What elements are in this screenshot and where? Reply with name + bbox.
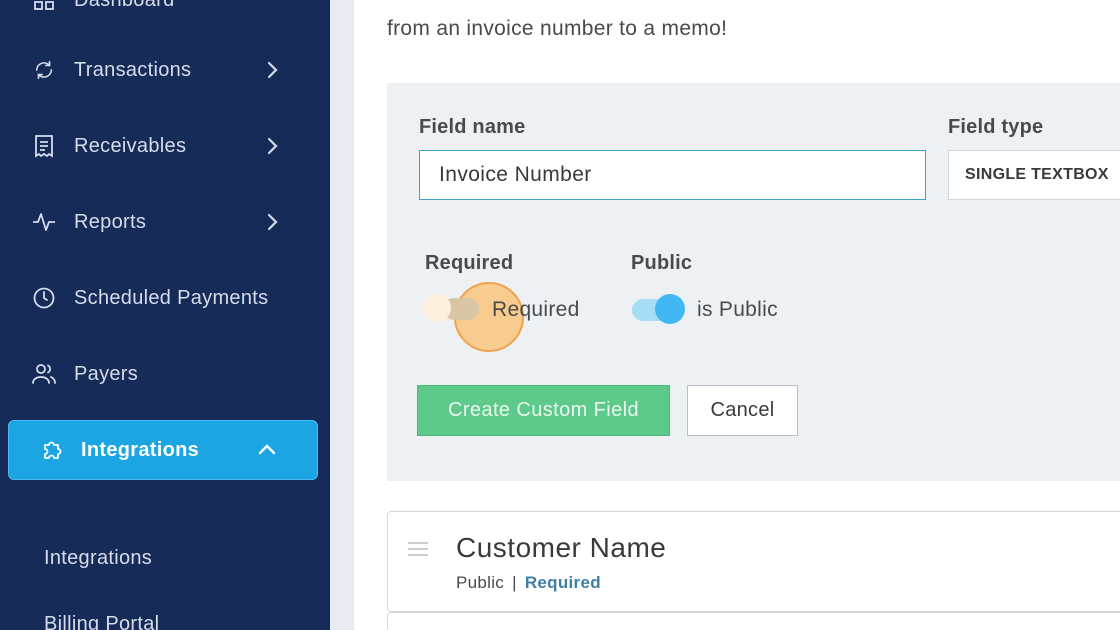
dashboard-icon [32,0,56,12]
field-type-label: Field type [948,116,1044,138]
custom-field-meta: Public | Required [456,573,601,593]
cancel-button[interactable]: Cancel [687,385,798,436]
meta-separator: | [512,573,517,592]
nav-label: Scheduled Payments [74,286,269,309]
users-icon [32,362,56,386]
custom-field-form: Field name Invoice Number Field type SIN… [387,83,1120,481]
nav-item-payers[interactable]: Payers [0,350,330,398]
nav-item-dashboard[interactable]: Dashboard [0,0,330,24]
chevron-right-icon [267,137,278,155]
required-badge: Required [524,573,601,592]
required-toggle-knob [423,294,451,322]
content-gutter [330,0,354,630]
clock-icon [32,286,56,310]
required-toggle-text: Required [492,298,580,321]
nav-label: Integrations [81,438,200,461]
nav-item-reports[interactable]: Reports [0,198,330,246]
nav-label: Dashboard [74,0,175,12]
main-content: from an invoice number to a memo! Field … [354,0,1120,630]
field-type-select[interactable]: SINGLE TEXTBOX [948,150,1120,200]
visibility-badge: Public [456,573,505,592]
puzzle-icon [41,438,65,462]
public-label: Public [631,252,693,274]
create-custom-field-button[interactable]: Create Custom Field [417,385,670,436]
sidebar: Dashboard Transactions Receivables Repor… [0,0,330,630]
field-name-input[interactable]: Invoice Number [419,150,926,200]
chevron-up-icon [258,444,276,455]
nav-item-scheduled-payments[interactable]: Scheduled Payments [0,274,330,322]
refresh-icon [32,58,56,82]
nav-label: Payers [74,362,139,385]
nav-label: Receivables [74,134,187,157]
public-toggle-knob [655,294,685,324]
public-toggle-text: is Public [697,298,778,321]
nav-label: Transactions [74,58,192,81]
activity-icon [32,210,56,234]
nav-label: Reports [74,210,147,233]
chevron-right-icon [267,61,278,79]
required-label: Required [425,252,514,274]
receipt-icon [32,134,56,158]
intro-text: from an invoice number to a memo! [387,0,1120,44]
subnav-item-integrations[interactable]: Integrations [44,547,152,570]
nav-item-transactions[interactable]: Transactions [0,46,330,94]
custom-field-card[interactable]: Customer Name Public | Required [387,511,1120,612]
custom-field-card-partial[interactable] [387,612,1120,630]
nav-item-receivables[interactable]: Receivables [0,122,330,170]
intro-line: from an invoice number to a memo! [387,17,728,40]
field-name-label: Field name [419,116,526,138]
chevron-right-icon [267,213,278,231]
subnav-item-billing-portal[interactable]: Billing Portal [44,613,159,630]
drag-handle-icon[interactable] [408,542,428,558]
nav-item-integrations[interactable]: Integrations [8,420,318,480]
custom-field-name: Customer Name [456,532,667,563]
